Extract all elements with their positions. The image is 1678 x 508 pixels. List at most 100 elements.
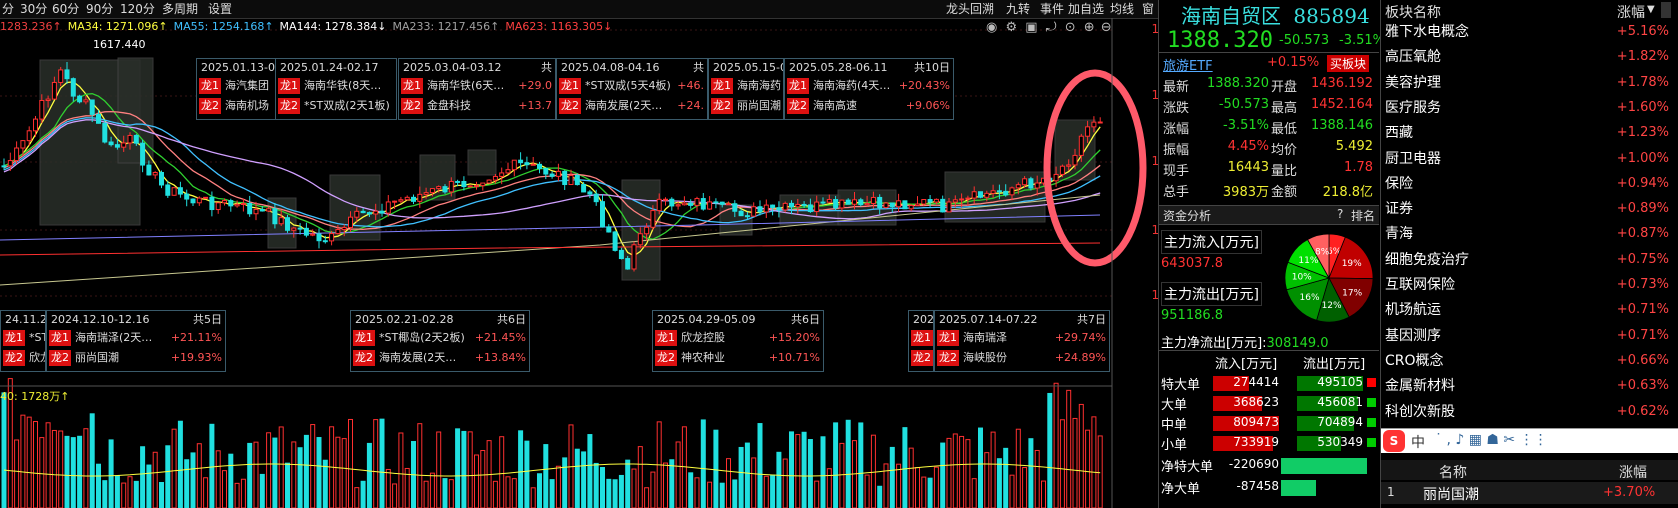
sector-item-name: 雅下水电概念 bbox=[1385, 24, 1469, 40]
period-range: 2025.05.28-06.11 bbox=[789, 61, 888, 74]
stock-list-row[interactable]: 1 丽尚国潮 +3.70% bbox=[1381, 482, 1678, 504]
sector-list-item[interactable]: 高压氧舱 +1.82% bbox=[1385, 45, 1675, 69]
period-range: 2025 bbox=[913, 313, 934, 326]
period-button-120[interactable]: 120分 bbox=[118, 0, 157, 18]
ime-mode-label[interactable]: 中 bbox=[1411, 432, 1425, 452]
period-box[interactable]: 2025.01.13-01 龙1 海汽集团 龙2 海南机场 bbox=[196, 58, 276, 120]
period-box[interactable]: 2025.03.04-03.12 共 龙1 海南华铁(6天… +29.0 龙2 金盘科技… bbox=[398, 58, 556, 120]
sector-list-item[interactable]: 基因测序 +0.71% bbox=[1385, 324, 1675, 348]
flow-indicator-icon bbox=[1367, 398, 1376, 407]
sector-list-item[interactable]: 机场航运 +0.71% bbox=[1385, 298, 1675, 322]
dragon-tag: 龙1 bbox=[401, 78, 423, 94]
quote-key: 总手 bbox=[1163, 185, 1190, 200]
eye-icon[interactable]: ◉ bbox=[986, 20, 997, 35]
settings-button[interactable]: 设置 bbox=[206, 0, 234, 18]
zoom-in-icon[interactable]: ⊕ bbox=[1084, 20, 1095, 35]
dragon-review-button[interactable]: 龙头回溯 bbox=[944, 0, 996, 18]
period-days: 共6日 bbox=[497, 313, 526, 326]
ime-tool-icons[interactable]: ˙ , ♪ ▦ ☗ ✂ ⋮⋮ bbox=[1435, 432, 1548, 448]
sector-list-item[interactable]: 证券 +0.89% bbox=[1385, 197, 1675, 221]
scrollbar-up[interactable] bbox=[1661, 2, 1671, 18]
sector-item-name: 美容护理 bbox=[1385, 74, 1441, 91]
sort-desc-icon[interactable]: ▼ bbox=[1647, 4, 1655, 15]
multi-period-button[interactable]: 多周期 bbox=[160, 0, 200, 18]
sector-item-name: 厨卫电器 bbox=[1385, 150, 1441, 167]
sector-item-name: 保险 bbox=[1385, 175, 1413, 192]
add-watchlist-button[interactable]: 加自选 bbox=[1066, 0, 1106, 18]
period-days: 共10日 bbox=[914, 61, 950, 74]
sector-list-item[interactable]: 金属新材料 +0.63% bbox=[1385, 374, 1675, 398]
period-box[interactable]: 2025.05.28-06.11 共10日 龙1 海南海药(4天… +20.43% 龙… bbox=[784, 58, 954, 120]
period-box[interactable]: 2025.04.29-05.09 共6日 龙1 欣龙控股 +15.20% 龙2 神农种业… bbox=[652, 310, 824, 372]
stock-header-change[interactable]: 涨幅 bbox=[1619, 462, 1647, 482]
nine-turn-button[interactable]: 九转 bbox=[1004, 0, 1032, 18]
sector-list-item[interactable]: 美容护理 +1.78% bbox=[1385, 71, 1675, 95]
leader-change: +29.74% bbox=[1054, 331, 1106, 344]
leader-stock: 海南瑞泽(2天… bbox=[75, 331, 153, 344]
dragon-tag: 龙2 bbox=[787, 98, 809, 114]
sector-item-change: +0.63% bbox=[1616, 378, 1669, 394]
period-range: 2025.01.24-02.17 bbox=[280, 61, 379, 74]
events-button[interactable]: 事件 bbox=[1038, 0, 1066, 18]
period-box[interactable]: 2025.01.24-02.17 龙1 海南华铁(8天… 龙2 *ST双成(2天1板… bbox=[275, 58, 397, 120]
sector-list-item[interactable]: 保险 +0.94% bbox=[1385, 172, 1675, 196]
period-box[interactable]: 2025.07.14-07.22 共7日 龙1 海南瑞泽 +29.74% 龙2 海峡股份… bbox=[934, 310, 1110, 372]
leader-stock: 海南瑞泽 bbox=[963, 331, 1007, 344]
period-days: 共 bbox=[541, 61, 552, 74]
period-box[interactable]: 2025 龙1 龙2 bbox=[908, 310, 934, 372]
outflow-value: 704894 bbox=[1317, 415, 1363, 429]
main-net-label: 主力净流出[万元]: bbox=[1161, 336, 1267, 351]
help-button[interactable]: ? bbox=[1337, 207, 1343, 221]
sector-list-item[interactable]: 青海 +0.87% bbox=[1385, 222, 1675, 246]
buy-sector-button[interactable]: 买板块 bbox=[1327, 55, 1370, 72]
ime-logo-icon[interactable]: S bbox=[1383, 430, 1405, 452]
target-icon[interactable]: ⊙ bbox=[1065, 20, 1076, 35]
period-button-30[interactable]: 30分 bbox=[18, 0, 49, 18]
period-box[interactable]: 2025.04.08-04.16 共 龙1 *ST双成(5天4板) +46. 龙2 海南… bbox=[556, 58, 708, 120]
sector-list-item[interactable]: 医疗服务 +1.60% bbox=[1385, 96, 1675, 120]
zoom-out-icon[interactable]: ⊖ bbox=[1101, 20, 1112, 35]
sector-list-item[interactable]: 互联网保险 +0.73% bbox=[1385, 273, 1675, 297]
window-button[interactable]: 窗 bbox=[1140, 0, 1160, 18]
etf-link[interactable]: 旅游ETF bbox=[1163, 55, 1213, 74]
current-price: 1388.320 bbox=[1167, 28, 1273, 53]
sector-item-name: 证券 bbox=[1385, 201, 1413, 218]
period-box[interactable]: 2025.02.21-02.28 共6日 龙1 *ST椰岛(2天2板) +21.45%… bbox=[350, 310, 530, 372]
sector-list-item[interactable]: 细胞免疫治疗 +0.75% bbox=[1385, 248, 1675, 272]
dragon-tag: 龙2 bbox=[199, 98, 221, 114]
sector-list-item[interactable]: 雅下水电概念 +5.16% bbox=[1385, 20, 1675, 44]
restore-icon[interactable]: ⤾ bbox=[1046, 20, 1057, 35]
rank-button[interactable]: 排名 bbox=[1351, 207, 1375, 224]
sector-item-change: +5.16% bbox=[1616, 24, 1669, 39]
period-button-90[interactable]: 90分 bbox=[84, 0, 115, 18]
leader-stock: 欣龙控股 bbox=[681, 331, 725, 344]
quote-value: 1388.320 bbox=[1206, 76, 1269, 91]
period-box[interactable]: 2024.12.10-12.16 共5日 龙1 海南瑞泽(2天… +21.11% 龙2… bbox=[46, 310, 226, 372]
leader-change: +15.20% bbox=[768, 331, 820, 344]
pie-slice-label: 12% bbox=[1322, 301, 1342, 311]
quote-key: 均价 bbox=[1271, 143, 1298, 158]
sector-list-item[interactable]: 科创次新股 +0.62% bbox=[1385, 400, 1675, 424]
sector-header-change[interactable]: 涨幅 bbox=[1617, 2, 1645, 22]
sector-list-item[interactable]: CRO概念 +0.66% bbox=[1385, 349, 1675, 373]
ma-legend-item: MA623: 1163.305↓ bbox=[505, 20, 613, 33]
sector-item-change: +0.89% bbox=[1616, 201, 1669, 217]
net-row-name: 净特大单 bbox=[1161, 460, 1214, 475]
period-box[interactable]: 24.11.22 龙1 *ST葫芦 龙2 欣龙控 bbox=[0, 310, 46, 372]
net-value: -87458 bbox=[1236, 479, 1279, 493]
ma-button[interactable]: 均线 bbox=[1108, 0, 1136, 18]
sector-list-item[interactable]: 西藏 +1.23% bbox=[1385, 121, 1675, 145]
sector-item-change: +1.82% bbox=[1616, 49, 1669, 65]
lock-icon[interactable]: ▣ bbox=[1025, 20, 1037, 35]
settings-icon[interactable]: ⚙ bbox=[1005, 20, 1017, 35]
main-net-value: 308149.0 bbox=[1266, 336, 1329, 351]
sector-list-item[interactable]: 厨卫电器 +1.00% bbox=[1385, 147, 1675, 171]
net-row-name: 净大单 bbox=[1161, 482, 1201, 497]
quote-value: 1.78 bbox=[1344, 160, 1373, 175]
dragon-tag: 龙1 bbox=[49, 330, 71, 346]
sector-item-name: 机场航运 bbox=[1385, 302, 1441, 319]
period-button-min[interactable]: 分 bbox=[0, 0, 16, 18]
period-box[interactable]: 2025.05.15-0 龙1 海南海药 龙2 丽尚国潮 bbox=[708, 58, 784, 120]
ma-legend: 1283.236↑ MA34: 1271.096↑ MA55: 1254.168↑ M… bbox=[0, 20, 618, 36]
period-button-60[interactable]: 60分 bbox=[50, 0, 81, 18]
